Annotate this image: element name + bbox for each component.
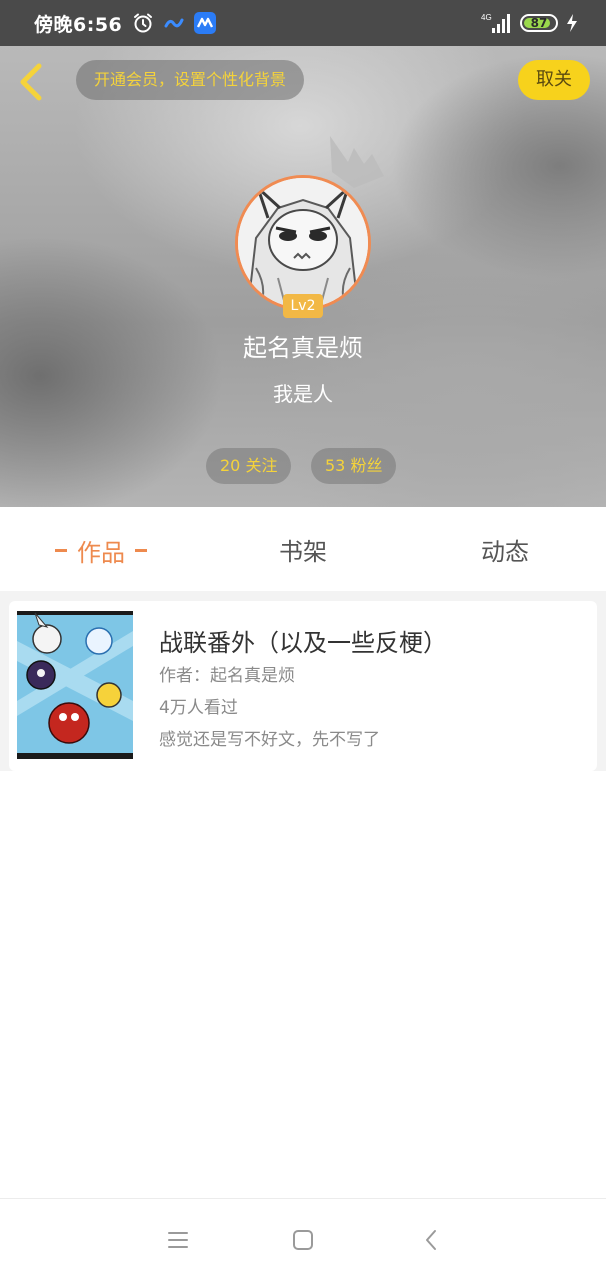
following-count[interactable]: 20 关注 <box>206 448 292 484</box>
tab-indicator-left <box>55 549 67 552</box>
works-list: 战联番外（以及一些反梗） 作者：起名真是烦 4万人看过 感觉还是写不好文，先不写… <box>0 591 606 771</box>
username: 起名真是烦 <box>243 334 363 362</box>
status-notification-icons <box>132 12 217 34</box>
back-arrow-icon <box>426 1230 436 1250</box>
menu-button[interactable] <box>165 1227 191 1253</box>
work-views: 4万人看过 <box>159 698 238 718</box>
tab-activity[interactable]: 动态 <box>404 532 606 567</box>
battery-level: 87 <box>530 16 548 30</box>
tab-works-wrap: 作品 <box>55 533 147 568</box>
home-button[interactable] <box>290 1227 316 1253</box>
profile-header: 开通会员，设置个性化背景 取关 Lv2 起名真是烦 我是人 20 关注 53 粉… <box>0 46 606 507</box>
avatar-image <box>238 178 368 308</box>
chevron-left-icon <box>20 63 42 101</box>
user-bio: 我是人 <box>273 382 333 406</box>
work-author: 作者：起名真是烦 <box>159 666 295 686</box>
avatar[interactable] <box>235 175 371 311</box>
system-back-button[interactable] <box>418 1227 444 1253</box>
tab-works-label: 作品 <box>77 539 125 567</box>
unfollow-button[interactable]: 取关 <box>518 60 590 100</box>
status-bar: 傍晚6:56 4G 87 <box>0 0 606 46</box>
profile-tabs: 作品 书架 动态 <box>0 507 606 591</box>
signal-icon: 4G <box>481 13 510 33</box>
battery-icon: 87 <box>520 14 558 32</box>
work-description: 感觉还是写不好文，先不写了 <box>159 730 380 750</box>
svg-text:4G: 4G <box>481 13 492 22</box>
back-button[interactable] <box>14 60 50 104</box>
followers-count[interactable]: 53 粉丝 <box>311 448 397 484</box>
tab-activity-label: 动态 <box>481 537 529 566</box>
home-icon <box>293 1230 313 1250</box>
tab-bookshelf[interactable]: 书架 <box>202 532 404 567</box>
app-badge-icon <box>194 12 217 34</box>
tab-works[interactable]: 作品 <box>0 530 202 568</box>
status-time: 傍晚6:56 <box>34 13 123 36</box>
system-nav-bar <box>0 1198 606 1280</box>
alarm-icon <box>134 13 153 33</box>
work-title: 战联番外（以及一些反梗） <box>159 629 447 657</box>
mini-app-icon <box>164 18 184 28</box>
level-badge: Lv2 <box>283 294 323 318</box>
tab-indicator-right <box>135 549 147 552</box>
work-cover-image <box>17 611 133 759</box>
menu-icon <box>168 1232 188 1248</box>
member-banner[interactable]: 开通会员，设置个性化背景 <box>76 60 305 100</box>
tab-bookshelf-label: 书架 <box>279 537 327 566</box>
status-system-icons: 4G 87 <box>480 12 578 34</box>
list-item[interactable]: 战联番外（以及一些反梗） 作者：起名真是烦 4万人看过 感觉还是写不好文，先不写… <box>9 601 597 771</box>
charging-bolt-icon <box>567 14 577 32</box>
